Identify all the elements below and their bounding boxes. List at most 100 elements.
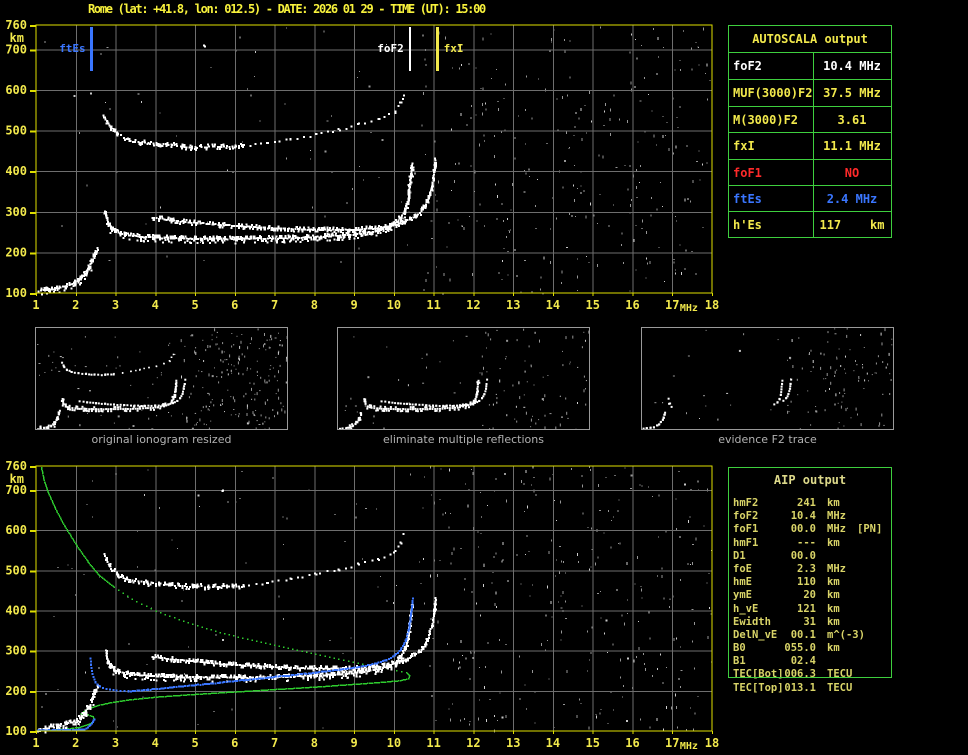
svg-text:8: 8 (311, 298, 318, 312)
aip-row-unit: km (827, 536, 840, 549)
aip-row-hmE: hmE 110 km (728, 576, 892, 589)
autoscala-row-foF2: foF2 10.4 MHz (729, 53, 891, 79)
autoscala-row-MUF(3000)F2: MUF(3000)F2 37.5 MHz (729, 79, 891, 105)
svg-text:km: km (10, 31, 24, 45)
svg-text:600: 600 (5, 523, 27, 537)
svg-text:15: 15 (585, 736, 599, 750)
autoscala-table-title: AUTOSCALA output (729, 26, 891, 53)
autoscala-row-value: 2.4 MHz (826, 191, 878, 206)
svg-text:MHz: MHz (680, 741, 698, 752)
aip-row-extra: [PN] (857, 523, 883, 536)
aip-row-label: hmF1 (733, 536, 759, 549)
aip-row-value: 00.0 (790, 523, 816, 536)
autoscala-row-label: MUF(3000)F2 (733, 86, 813, 101)
aip-row-label: h_vE (733, 602, 759, 615)
svg-text:8: 8 (311, 736, 318, 750)
autoscala-row-fxI: fxI 11.1 MHz (729, 132, 891, 158)
aip-row-ymE: ymE 20 km (728, 589, 892, 602)
aip-row-unit: TECU (827, 681, 853, 694)
svg-text:13: 13 (506, 736, 520, 750)
aip-row-unit: MHz (827, 510, 846, 523)
autoscala-row-label: h'Es (733, 218, 762, 233)
aip-row-foF2: foF2 10.4 MHz (728, 510, 892, 523)
thumbnail-original-ionogram (35, 327, 288, 430)
fxI-marker-line (436, 27, 440, 71)
svg-text:3: 3 (112, 298, 119, 312)
aip-output-table: AIP output hmF2 241 km foF2 10.4 MHz foF1 00.0 M… (728, 467, 892, 707)
svg-text:18: 18 (705, 736, 719, 750)
aip-row-value: 2.3 (797, 562, 816, 575)
ftEs-marker-label: ftEs (59, 42, 86, 55)
autoscala-row-value: 117 km (819, 218, 885, 233)
ionogram-top-plot: 760700600500400300200100km1 2 3 4 5 6 7 8 9 10 11 1… (5, 18, 719, 314)
aip-row-value: 10.4 (790, 510, 816, 523)
svg-text:100: 100 (5, 286, 27, 300)
svg-text:10: 10 (387, 298, 401, 312)
svg-text:760: 760 (5, 18, 27, 32)
svg-text:9: 9 (350, 736, 357, 750)
aip-row-value: 013.1 (784, 681, 816, 694)
svg-text:3: 3 (112, 736, 119, 750)
svg-text:16: 16 (625, 298, 639, 312)
svg-text:100: 100 (5, 724, 27, 738)
aip-row-D1: D1 00.0 (728, 550, 892, 563)
aip-row-value: 006.3 (784, 668, 816, 681)
thumbnail-caption-evidence: evidence F2 trace (718, 433, 817, 446)
svg-text:5: 5 (191, 298, 198, 312)
svg-text:760: 760 (5, 459, 27, 473)
autoscala-row-value: 3.61 (837, 112, 867, 127)
svg-text:200: 200 (5, 684, 27, 698)
svg-text:1: 1 (32, 298, 39, 312)
aip-row-label: foF1 (733, 523, 759, 536)
aip-row-value: 241 (797, 497, 816, 509)
aip-row-TEC[Top]: TEC[Top] 013.1 TECU (728, 682, 892, 695)
svg-text:600: 600 (5, 83, 27, 97)
svg-text:12: 12 (466, 298, 480, 312)
aip-row-hmF1: hmF1 --- km (728, 537, 892, 550)
aip-row-value: 31 (803, 615, 816, 628)
thumbnail-caption-original: original ionogram resized (91, 433, 232, 446)
autoscala-table-divider (813, 53, 814, 237)
aip-row-h_vE: h_vE 121 km (728, 603, 892, 616)
svg-text:1: 1 (32, 736, 39, 750)
autoscala-row-value: 10.4 MHz (823, 59, 881, 73)
aip-row-B1: B1 02.4 (728, 655, 892, 668)
svg-text:200: 200 (5, 245, 27, 259)
thumbnail-eliminate-reflections-canvas (338, 328, 589, 429)
aip-row-TEC[Bot]: TEC[Bot] 006.3 TECU (728, 668, 892, 681)
svg-text:9: 9 (350, 298, 357, 312)
aip-row-label: hmF2 (733, 497, 759, 509)
ftEs-marker-line (90, 27, 94, 71)
svg-text:4: 4 (152, 298, 159, 312)
autoscala-row-M(3000)F2: M(3000)F2 3.61 (729, 105, 891, 132)
svg-text:5: 5 (191, 736, 198, 750)
aip-row-unit: m^(-3) (827, 628, 865, 641)
svg-text:2: 2 (72, 298, 79, 312)
aip-row-foF1: foF1 00.0 MHz [PN] (728, 523, 892, 536)
autoscala-row-foF1: foF1 NO (729, 158, 891, 185)
svg-text:15: 15 (585, 298, 599, 312)
page-title: Rome (lat: +41.8, lon: 012.5) - DATE: 20… (88, 2, 486, 16)
aip-row-unit: km (827, 589, 840, 602)
aip-row-value: 110 (797, 576, 816, 589)
svg-text:14: 14 (546, 736, 560, 750)
autoscala-row-label: M(3000)F2 (733, 112, 799, 127)
aip-row-label: B1 (733, 655, 746, 668)
aip-row-unit: km (827, 642, 840, 655)
autoscala-row-h'Es: h'Es 117 km (729, 211, 891, 237)
svg-text:6: 6 (231, 298, 238, 312)
aip-row-value: 00.1 (790, 628, 816, 641)
svg-text:300: 300 (5, 205, 27, 219)
aip-row-B0: B0 055.0 km (728, 642, 892, 655)
aip-row-value: 00.0 (790, 549, 816, 562)
svg-text:10: 10 (387, 736, 401, 750)
aip-row-value: 02.4 (790, 655, 816, 668)
ionogram-bottom-plot: 760700600500400300200100km1 2 3 4 5 6 7 8 9 10 11 1… (5, 459, 719, 752)
aip-table-title: AIP output (773, 473, 847, 487)
autoscala-screen: Rome (lat: +41.8, lon: 012.5) - DATE: 20… (0, 0, 968, 755)
svg-text:500: 500 (5, 124, 27, 138)
aip-row-unit: km (827, 576, 840, 589)
autoscala-row-label: foF2 (733, 59, 762, 73)
aip-row-value: 121 (797, 602, 816, 615)
aip-row-unit: MHz (827, 523, 846, 536)
